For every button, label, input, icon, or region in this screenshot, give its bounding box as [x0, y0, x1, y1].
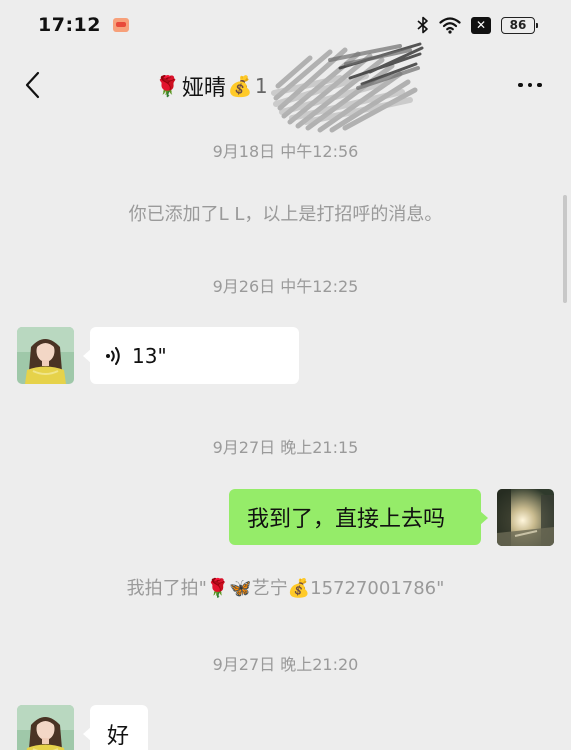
avatar-image [17, 327, 74, 384]
avatar-image [17, 705, 74, 750]
pat-system-message: 我拍了拍"🌹🦋艺宁💰15727001786" [126, 578, 445, 599]
message-text: 好 [107, 723, 130, 749]
game-app-icon [112, 18, 129, 32]
voice-duration: 13" [132, 343, 167, 368]
wifi-icon [439, 17, 461, 34]
message-text: 我到了，直接上去吗 [247, 507, 446, 532]
voice-icon [106, 346, 120, 365]
money-bag-emoji: 💰 [227, 74, 253, 98]
status-time: 17:12 [38, 14, 101, 36]
message-timestamp: 9月27日 晚上21:15 [212, 438, 359, 457]
outgoing-message-bubble[interactable]: 我到了，直接上去吗 [229, 489, 488, 545]
message-timestamp: 9月18日 中午12:56 [212, 142, 359, 161]
more-dot [518, 82, 523, 88]
contact-name: 娅晴 [181, 76, 226, 101]
message-timestamp: 9月27日 晚上21:20 [212, 655, 359, 674]
chat-title: 🌹 娅晴 💰 1 [155, 70, 268, 102]
contact-avatar[interactable] [17, 327, 74, 384]
redaction-scribble [271, 42, 424, 133]
incoming-message-bubble[interactable]: 好 [83, 705, 148, 750]
avatar-image [497, 489, 554, 546]
back-button[interactable] [18, 70, 48, 100]
message-timestamp: 9月26日 中午12:25 [212, 277, 359, 296]
battery-icon: 86 [501, 16, 538, 34]
rose-emoji: 🌹 [155, 74, 180, 98]
more-dot [527, 82, 533, 88]
voice-message-bubble[interactable]: 13" [83, 327, 299, 384]
contact-name-trail: 1 [254, 74, 268, 98]
battery-level: 86 [509, 18, 527, 32]
more-dot [537, 82, 542, 88]
my-avatar[interactable] [497, 489, 554, 546]
contact-avatar[interactable] [17, 705, 74, 750]
system-message: 你已添加了L L，以上是打招呼的消息。 [128, 204, 443, 225]
bluetooth-icon [417, 16, 428, 34]
sim-off-icon: ✕ [471, 16, 491, 34]
status-icons: ✕ 86 [417, 16, 538, 34]
more-button[interactable] [515, 72, 545, 98]
chevron-left-icon [25, 71, 40, 99]
